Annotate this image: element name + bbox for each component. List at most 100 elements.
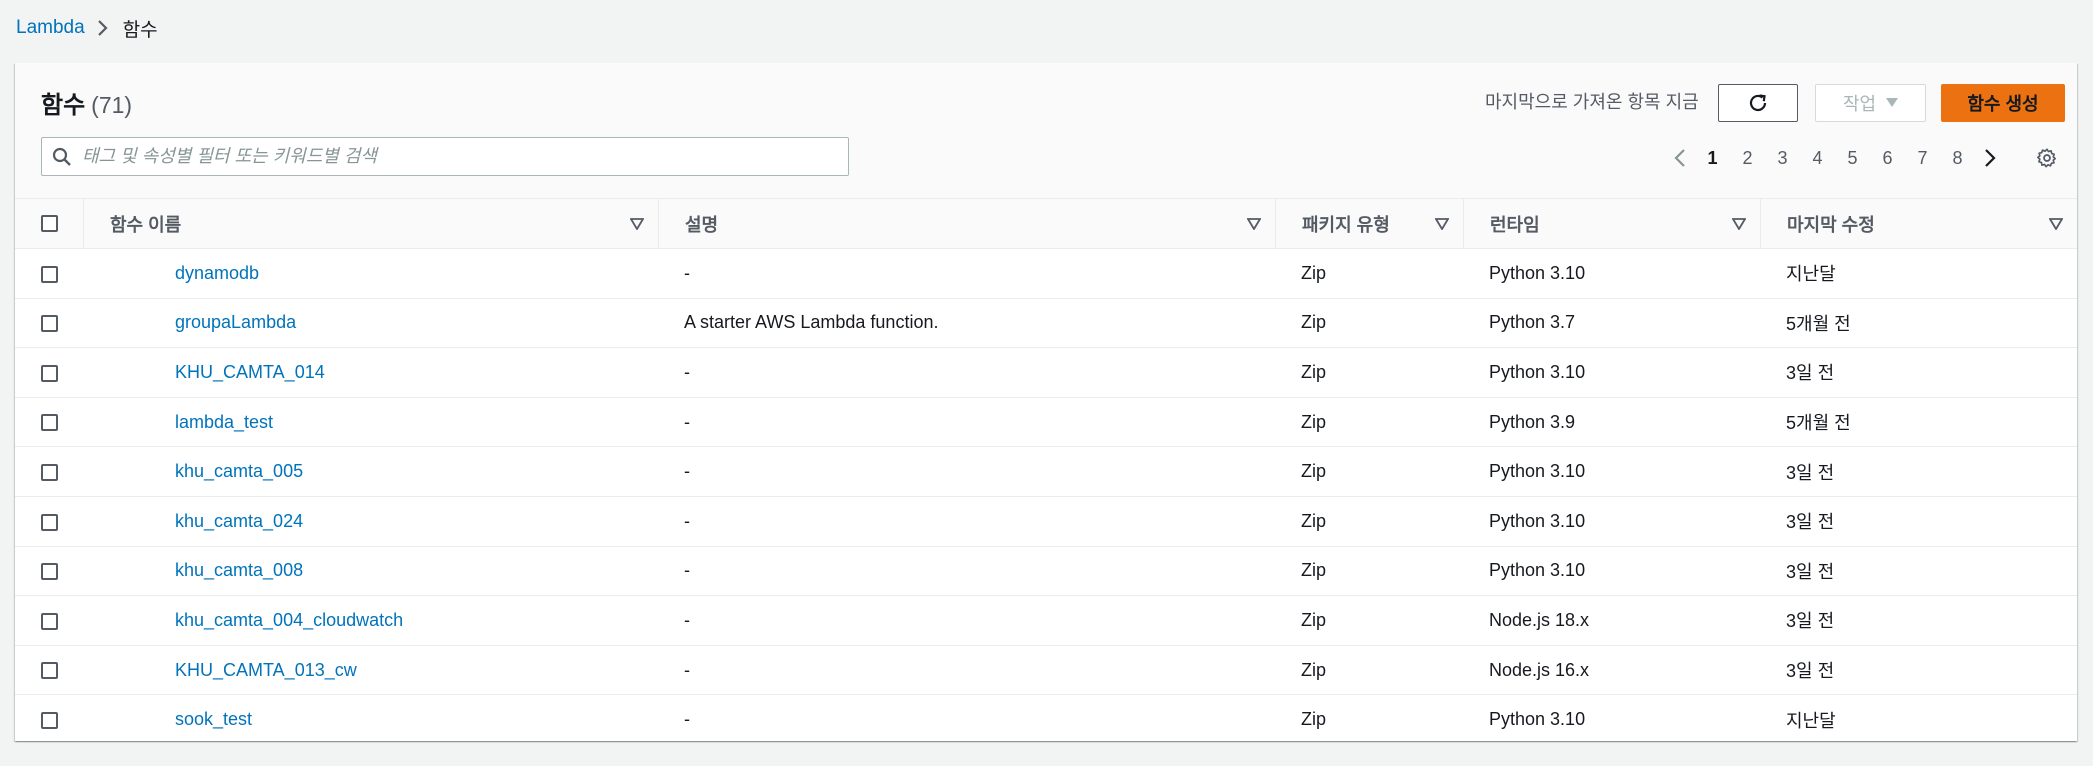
page-6[interactable]: 6 xyxy=(1870,148,1905,169)
runtime-cell: Python 3.10 xyxy=(1489,560,1586,581)
last-modified-cell: 3일 전 xyxy=(1786,512,1835,533)
function-name-link[interactable]: lambda_test xyxy=(175,412,273,432)
last-modified-cell: 3일 전 xyxy=(1786,661,1835,682)
chevron-right-icon xyxy=(97,19,109,37)
row-select-cell xyxy=(15,298,83,348)
actions-label: 작업 xyxy=(1842,94,1877,114)
runtime-cell: Python 3.10 xyxy=(1489,461,1586,482)
page-5[interactable]: 5 xyxy=(1835,148,1870,169)
row-select-cell xyxy=(15,645,83,695)
function-name-link[interactable]: khu_camta_004_cloudwatch xyxy=(175,610,403,630)
caret-down-icon xyxy=(1886,98,1899,108)
function-name-cell: khu_camta_005 xyxy=(83,447,658,497)
column-header-label: 설명 xyxy=(685,214,719,235)
function-name-link[interactable]: KHU_CAMTA_014 xyxy=(175,362,325,382)
runtime-cell: Python 3.10 xyxy=(1489,262,1586,283)
function-name-cell: khu_camta_024 xyxy=(83,496,658,546)
description-cell: - xyxy=(684,461,690,482)
description-cell: - xyxy=(684,262,690,283)
table-row: khu_camta_024 - Zip Python 3.10 3일 전 xyxy=(15,496,2077,547)
function-name-link[interactable]: KHU_CAMTA_013_cw xyxy=(175,660,357,680)
page-4[interactable]: 4 xyxy=(1800,148,1835,169)
column-header-package-type[interactable]: 패키지 유형 xyxy=(1275,199,1463,249)
chevron-right-icon[interactable] xyxy=(1975,143,2005,173)
page-2[interactable]: 2 xyxy=(1730,148,1765,169)
row-checkbox[interactable] xyxy=(40,563,58,581)
runtime-cell: Python 3.10 xyxy=(1489,361,1586,382)
breadcrumb-lambda-link[interactable]: Lambda xyxy=(16,17,85,39)
last-modified-cell: 3일 전 xyxy=(1786,363,1835,384)
function-name-link[interactable]: dynamodb xyxy=(175,263,259,283)
package-type-cell: Zip xyxy=(1301,361,1327,382)
row-checkbox[interactable] xyxy=(40,712,58,730)
description-cell: - xyxy=(684,510,690,531)
page-title: 함수 (71) xyxy=(41,85,132,120)
row-checkbox[interactable] xyxy=(40,662,58,680)
function-name-cell: groupaLambda xyxy=(83,298,658,348)
page-1[interactable]: 1 xyxy=(1695,148,1730,169)
row-select-cell xyxy=(15,397,83,447)
search-input[interactable] xyxy=(82,138,848,175)
column-header-name[interactable]: 함수 이름 xyxy=(83,199,658,249)
function-name-cell: khu_camta_004_cloudwatch xyxy=(83,596,658,646)
row-select-cell xyxy=(15,249,83,299)
column-header-description[interactable]: 설명 xyxy=(658,199,1275,249)
package-type-cell: Zip xyxy=(1301,411,1327,432)
row-select-cell xyxy=(15,546,83,596)
table-row: sook_test - Zip Python 3.10 지난달 xyxy=(15,695,2077,745)
last-modified-cell: 지난달 xyxy=(1786,264,1836,285)
function-name-link[interactable]: khu_camta_005 xyxy=(175,461,303,481)
function-name-cell: lambda_test xyxy=(83,397,658,447)
table-row: khu_camta_005 - Zip Python 3.10 3일 전 xyxy=(15,447,2077,497)
runtime-cell: Python 3.7 xyxy=(1489,312,1576,333)
description-cell: - xyxy=(684,560,690,581)
function-name-link[interactable]: sook_test xyxy=(175,709,252,729)
row-checkbox[interactable] xyxy=(40,315,58,333)
function-count: (71) xyxy=(91,92,133,118)
description-cell: A starter AWS Lambda function. xyxy=(684,312,939,333)
last-modified-cell: 5개월 전 xyxy=(1786,413,1851,434)
page-3[interactable]: 3 xyxy=(1765,148,1800,169)
column-header-label: 패키지 유형 xyxy=(1302,214,1390,235)
refresh-button[interactable] xyxy=(1718,84,1798,122)
sort-caret-icon xyxy=(1435,217,1449,230)
column-header-last-modified[interactable]: 마지막 수정 xyxy=(1760,199,2077,249)
function-name-link[interactable]: khu_camta_008 xyxy=(175,560,303,580)
page-8[interactable]: 8 xyxy=(1940,148,1975,169)
row-checkbox[interactable] xyxy=(40,463,58,481)
sort-caret-icon xyxy=(1247,217,1261,230)
select-all-checkbox[interactable] xyxy=(40,215,58,232)
chevron-left-icon[interactable] xyxy=(1665,143,1695,173)
table-row: lambda_test - Zip Python 3.9 5개월 전 xyxy=(15,397,2077,447)
create-function-button[interactable]: 함수 생성 xyxy=(1941,84,2065,122)
row-checkbox[interactable] xyxy=(40,513,58,531)
runtime-cell: Node.js 18.x xyxy=(1489,609,1590,630)
package-type-cell: Zip xyxy=(1301,609,1327,630)
function-name-cell: khu_camta_008 xyxy=(83,546,658,596)
panel-header: 함수 (71) 마지막으로 가져온 항목 지금 작업 함수 생성 태그 및 속성… xyxy=(15,63,2077,198)
last-modified-cell: 3일 전 xyxy=(1786,611,1835,632)
row-select-cell xyxy=(15,496,83,546)
actions-dropdown-button[interactable]: 작업 xyxy=(1815,84,1926,122)
row-checkbox[interactable] xyxy=(40,265,58,283)
row-checkbox[interactable] xyxy=(40,612,58,630)
description-cell: - xyxy=(684,411,690,432)
description-cell: - xyxy=(684,659,690,680)
function-name-cell: KHU_CAMTA_014 xyxy=(83,348,658,398)
column-header-runtime[interactable]: 런타임 xyxy=(1463,199,1760,249)
last-modified-cell: 3일 전 xyxy=(1786,561,1835,582)
function-name-cell: dynamodb xyxy=(83,249,658,299)
column-header-label: 함수 이름 xyxy=(110,214,182,235)
package-type-cell: Zip xyxy=(1301,560,1327,581)
function-name-link[interactable]: khu_camta_024 xyxy=(175,511,303,531)
page-7[interactable]: 7 xyxy=(1905,148,1940,169)
gear-icon[interactable] xyxy=(2032,143,2062,173)
row-checkbox[interactable] xyxy=(40,414,58,432)
row-checkbox[interactable] xyxy=(40,364,58,382)
function-name-link[interactable]: groupaLambda xyxy=(175,312,296,332)
last-modified-cell: 5개월 전 xyxy=(1786,313,1851,334)
last-fetched-text: 마지막으로 가져온 항목 지금 xyxy=(1485,92,1699,112)
table-row: KHU_CAMTA_014 - Zip Python 3.10 3일 전 xyxy=(15,348,2077,398)
description-cell: - xyxy=(684,361,690,382)
functions-panel: 함수 (71) 마지막으로 가져온 항목 지금 작업 함수 생성 태그 및 속성… xyxy=(15,63,2077,741)
